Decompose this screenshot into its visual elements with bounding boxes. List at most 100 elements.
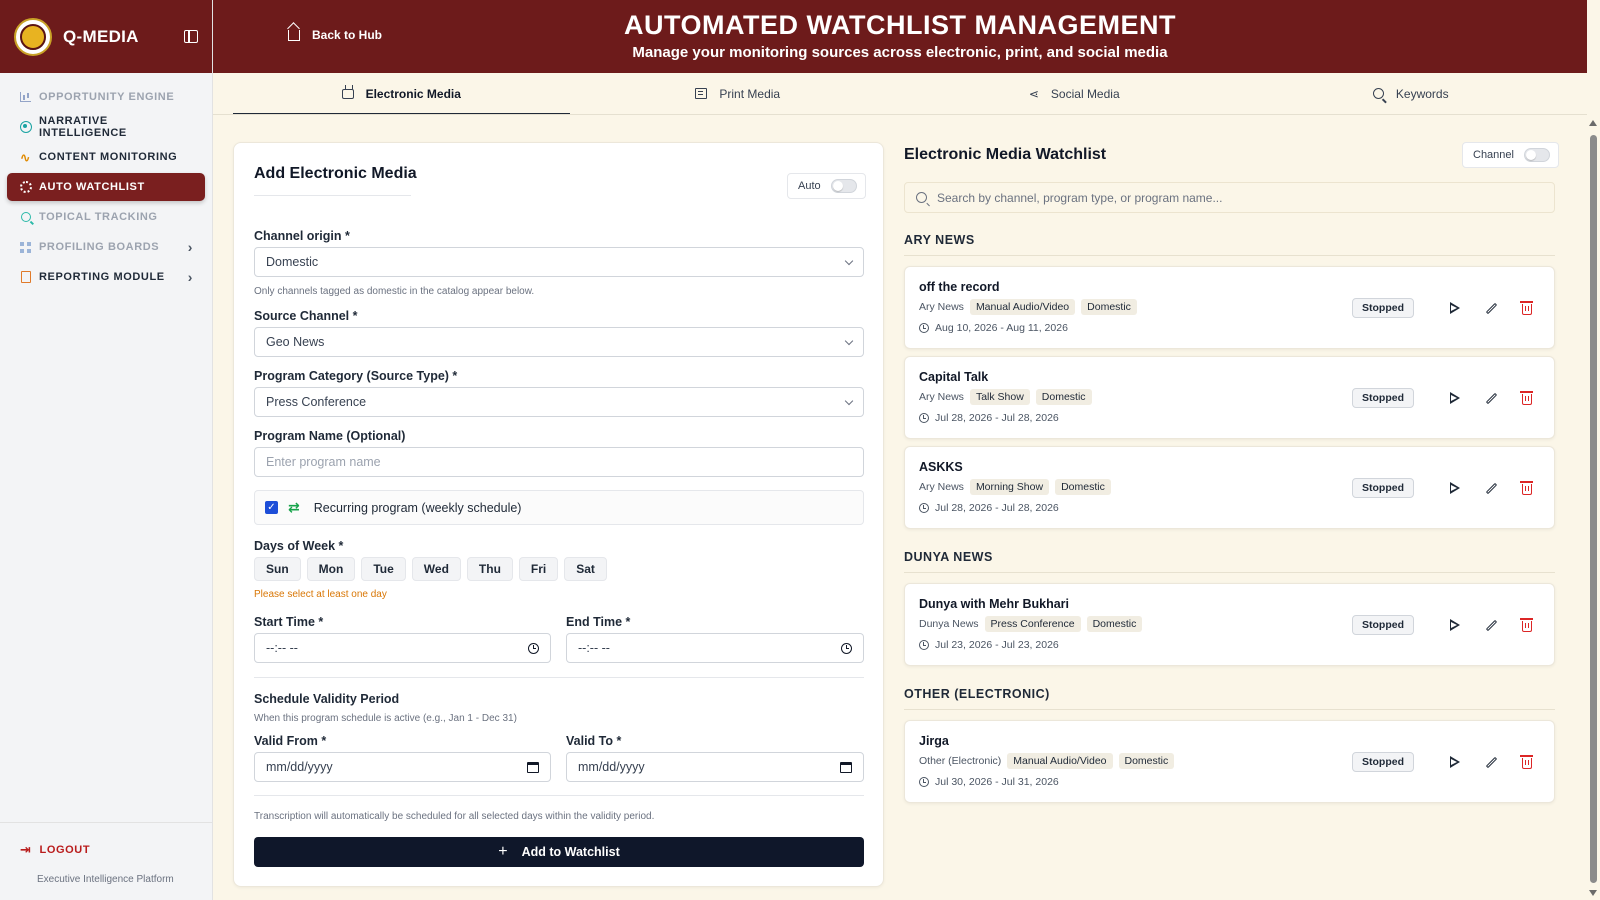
end-time-input[interactable]: --:-- -- xyxy=(566,633,864,663)
page-header: Back to Hub AUTOMATED WATCHLIST MANAGEME… xyxy=(213,0,1587,73)
day-button-sun[interactable]: Sun xyxy=(254,557,301,581)
delete-button[interactable] xyxy=(1516,614,1538,636)
scroll-up-arrow[interactable] xyxy=(1589,120,1597,126)
edit-button[interactable] xyxy=(1480,477,1502,499)
delete-button[interactable] xyxy=(1516,387,1538,409)
chevron-down-icon xyxy=(844,256,854,265)
edit-button[interactable] xyxy=(1480,614,1502,636)
days-warning: Please select at least one day xyxy=(254,589,387,600)
tab-keywords[interactable]: Keywords xyxy=(1243,73,1580,114)
date-range: Jul 28, 2026 - Jul 28, 2026 xyxy=(919,502,1059,514)
day-button-sat[interactable]: Sat xyxy=(564,557,607,581)
sidebar-item-label: CONTENT MONITORING xyxy=(39,151,178,163)
tab-electronic-media[interactable]: Electronic Media xyxy=(233,73,570,115)
auto-toggle[interactable]: Auto xyxy=(787,173,866,199)
scroll-down-arrow[interactable] xyxy=(1589,890,1597,896)
delete-button[interactable] xyxy=(1516,297,1538,319)
scroll-thumb[interactable] xyxy=(1590,135,1597,883)
clock-icon xyxy=(919,503,929,513)
sidebar: Q-MEDIA OPPORTUNITY ENGINE NARRATIVE INT… xyxy=(0,0,213,900)
media-tabs: Electronic Media Print Media ⋖ Social Me… xyxy=(233,73,1580,115)
program-meta: Ary News Morning Show Domestic xyxy=(919,479,1111,495)
channel-name: Ary News xyxy=(919,391,964,403)
sidebar-toggle-icon[interactable] xyxy=(184,30,198,43)
day-button-wed[interactable]: Wed xyxy=(411,557,461,581)
source-channel-select[interactable]: Geo News xyxy=(254,327,864,357)
date-range: Jul 30, 2026 - Jul 31, 2026 xyxy=(919,776,1059,788)
sidebar-item-content-monitoring[interactable]: ∿ CONTENT MONITORING xyxy=(7,143,205,171)
play-button[interactable] xyxy=(1444,297,1466,319)
channel-toggle[interactable]: Channel xyxy=(1462,142,1559,168)
trash-icon xyxy=(1520,481,1533,495)
add-to-watchlist-button[interactable]: + Add to Watchlist xyxy=(254,837,864,867)
type-tag: Talk Show xyxy=(969,389,1030,405)
play-button[interactable] xyxy=(1444,751,1466,773)
delete-button[interactable] xyxy=(1516,477,1538,499)
day-button-thu[interactable]: Thu xyxy=(466,557,513,581)
sidebar-item-reporting-module[interactable]: REPORTING MODULE › xyxy=(7,263,205,291)
valid-to-label: Valid To * xyxy=(566,734,622,748)
sidebar-item-topical-tracking[interactable]: TOPICAL TRACKING xyxy=(7,203,205,231)
auto-switch[interactable] xyxy=(830,179,857,193)
day-button-mon[interactable]: Mon xyxy=(306,557,356,581)
sidebar-item-opportunity-engine[interactable]: OPPORTUNITY ENGINE xyxy=(7,83,205,111)
recurring-option: ✓ ⇄ Recurring program (weekly schedule) xyxy=(254,490,864,525)
play-button[interactable] xyxy=(1444,477,1466,499)
edit-button[interactable] xyxy=(1480,387,1502,409)
share-icon: ⋖ xyxy=(1028,86,1039,101)
tab-print-media[interactable]: Print Media xyxy=(570,73,907,114)
logout-button[interactable]: ⇥ LOGOUT xyxy=(20,842,90,858)
sidebar-item-narrative-intelligence[interactable]: NARRATIVE INTELLIGENCE xyxy=(7,113,205,141)
status-badge: Stopped xyxy=(1352,615,1414,635)
edit-button[interactable] xyxy=(1480,297,1502,319)
program-category-value: Press Conference xyxy=(266,395,367,409)
edit-button[interactable] xyxy=(1480,751,1502,773)
date-range: Jul 23, 2026 - Jul 23, 2026 xyxy=(919,639,1059,651)
day-button-fri[interactable]: Fri xyxy=(518,557,559,581)
trash-icon xyxy=(1520,618,1533,632)
start-time-input[interactable]: --:-- -- xyxy=(254,633,551,663)
program-meta: Other (Electronic) Manual Audio/Video Do… xyxy=(919,753,1175,769)
origin-tag: Domestic xyxy=(1086,616,1143,632)
watchlist-title: Electronic Media Watchlist xyxy=(904,146,1107,163)
program-meta: Ary News Talk Show Domestic xyxy=(919,389,1092,405)
sidebar-item-auto-watchlist[interactable]: AUTO WATCHLIST xyxy=(7,173,205,201)
play-button[interactable] xyxy=(1444,614,1466,636)
day-button-tue[interactable]: Tue xyxy=(361,557,406,581)
add-to-watchlist-label: Add to Watchlist xyxy=(521,845,620,859)
channel-toggle-label: Channel xyxy=(1473,149,1514,161)
start-time-label: Start Time * xyxy=(254,615,324,629)
channel-name: Ary News xyxy=(919,481,964,493)
clock-icon xyxy=(919,640,929,650)
program-name-input[interactable]: Enter program name xyxy=(254,447,864,477)
channel-origin-select[interactable]: Domestic xyxy=(254,247,864,277)
program-category-select[interactable]: Press Conference xyxy=(254,387,864,417)
group-divider xyxy=(904,709,1555,710)
status-badge: Stopped xyxy=(1352,388,1414,408)
tab-social-media[interactable]: ⋖ Social Media xyxy=(906,73,1243,114)
program-name: Capital Talk xyxy=(919,370,989,384)
chevron-right-icon: › xyxy=(187,269,193,285)
watchlist-search-input[interactable]: Search by channel, program type, or prog… xyxy=(904,182,1555,213)
delete-button[interactable] xyxy=(1516,751,1538,773)
origin-tag: Domestic xyxy=(1081,299,1137,315)
program-name: Jirga xyxy=(919,734,949,748)
clock-icon xyxy=(919,323,929,333)
sidebar-item-profiling-boards[interactable]: PROFILING BOARDS › xyxy=(7,233,205,261)
channel-switch[interactable] xyxy=(1523,148,1550,162)
recurring-checkbox[interactable]: ✓ xyxy=(265,501,278,514)
page-scrollbar[interactable] xyxy=(1587,115,1600,900)
date-range-text: Aug 10, 2026 - Aug 11, 2026 xyxy=(935,322,1068,334)
play-button[interactable] xyxy=(1444,387,1466,409)
program-category-label: Program Category (Source Type) * xyxy=(254,369,458,383)
validity-title: Schedule Validity Period xyxy=(254,692,400,706)
origin-tag: Domestic xyxy=(1118,753,1175,769)
clock-icon xyxy=(919,413,929,423)
repeat-icon: ⇄ xyxy=(288,499,300,515)
target-icon xyxy=(19,121,32,134)
brand-bar: Q-MEDIA xyxy=(0,0,212,73)
group-divider xyxy=(904,255,1555,256)
valid-from-input[interactable]: mm/dd/yyyy xyxy=(254,752,551,782)
valid-to-input[interactable]: mm/dd/yyyy xyxy=(566,752,864,782)
origin-tag: Domestic xyxy=(1055,479,1111,495)
